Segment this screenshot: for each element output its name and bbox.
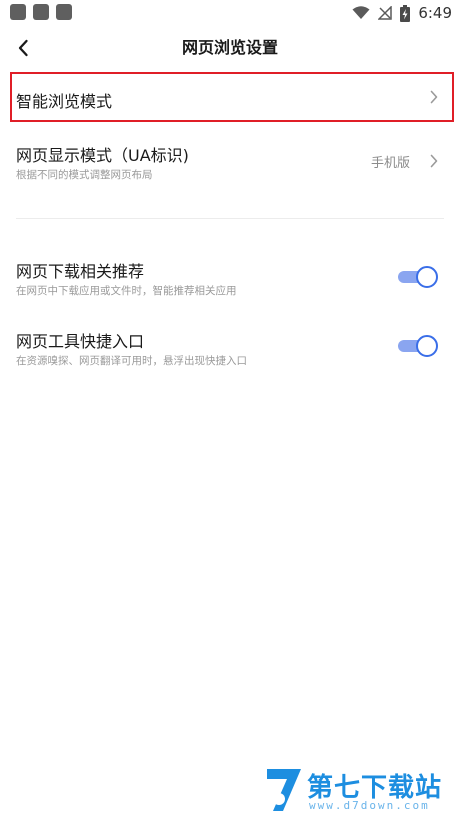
notification-icon	[56, 4, 72, 20]
notification-icon	[33, 4, 49, 20]
system-icons: 6:49	[352, 2, 452, 24]
setting-value: 手机版	[370, 156, 410, 171]
section-divider	[16, 218, 444, 219]
download-recommend-toggle[interactable]	[398, 265, 438, 289]
clock: 6:49	[418, 4, 452, 22]
notification-icon	[10, 4, 26, 20]
setting-subtitle: 在网页中下载应用或文件时，智能推荐相关应用	[16, 285, 237, 297]
battery-charging-icon	[400, 4, 411, 22]
site-watermark: 第七下载站 www.d7down.com	[265, 765, 455, 817]
watermark-url: www.d7down.com	[309, 799, 430, 812]
highlight-box	[10, 72, 454, 122]
header: 网页浏览设置	[0, 26, 460, 70]
notification-icons	[10, 4, 72, 20]
chevron-right-icon	[430, 154, 438, 168]
setting-download-recommend: 网页下载相关推荐 在网页中下载应用或文件时，智能推荐相关应用	[0, 252, 460, 302]
status-bar: 6:49	[0, 0, 460, 26]
back-arrow-icon	[18, 39, 28, 57]
page-title: 网页浏览设置	[181, 38, 278, 57]
setting-display-mode[interactable]: 网页显示模式（UA标识) 根据不同的模式调整网页布局 手机版	[0, 136, 460, 190]
no-signal-icon	[378, 6, 393, 20]
wifi-icon	[352, 6, 370, 19]
watermark-logo-icon	[267, 769, 301, 811]
toggle-knob	[416, 266, 438, 288]
setting-title: 网页显示模式（UA标识)	[16, 146, 189, 165]
setting-subtitle: 根据不同的模式调整网页布局	[16, 169, 153, 181]
setting-title: 网页下载相关推荐	[16, 262, 145, 281]
setting-subtitle: 在资源嗅探、网页翻译可用时，悬浮出现快捷入口	[16, 355, 247, 367]
back-button[interactable]	[8, 34, 38, 62]
tools-shortcut-toggle[interactable]	[398, 334, 438, 358]
setting-tools-shortcut: 网页工具快捷入口 在资源嗅探、网页翻译可用时，悬浮出现快捷入口	[0, 322, 460, 372]
setting-title: 网页工具快捷入口	[16, 332, 145, 351]
toggle-knob	[416, 335, 438, 357]
